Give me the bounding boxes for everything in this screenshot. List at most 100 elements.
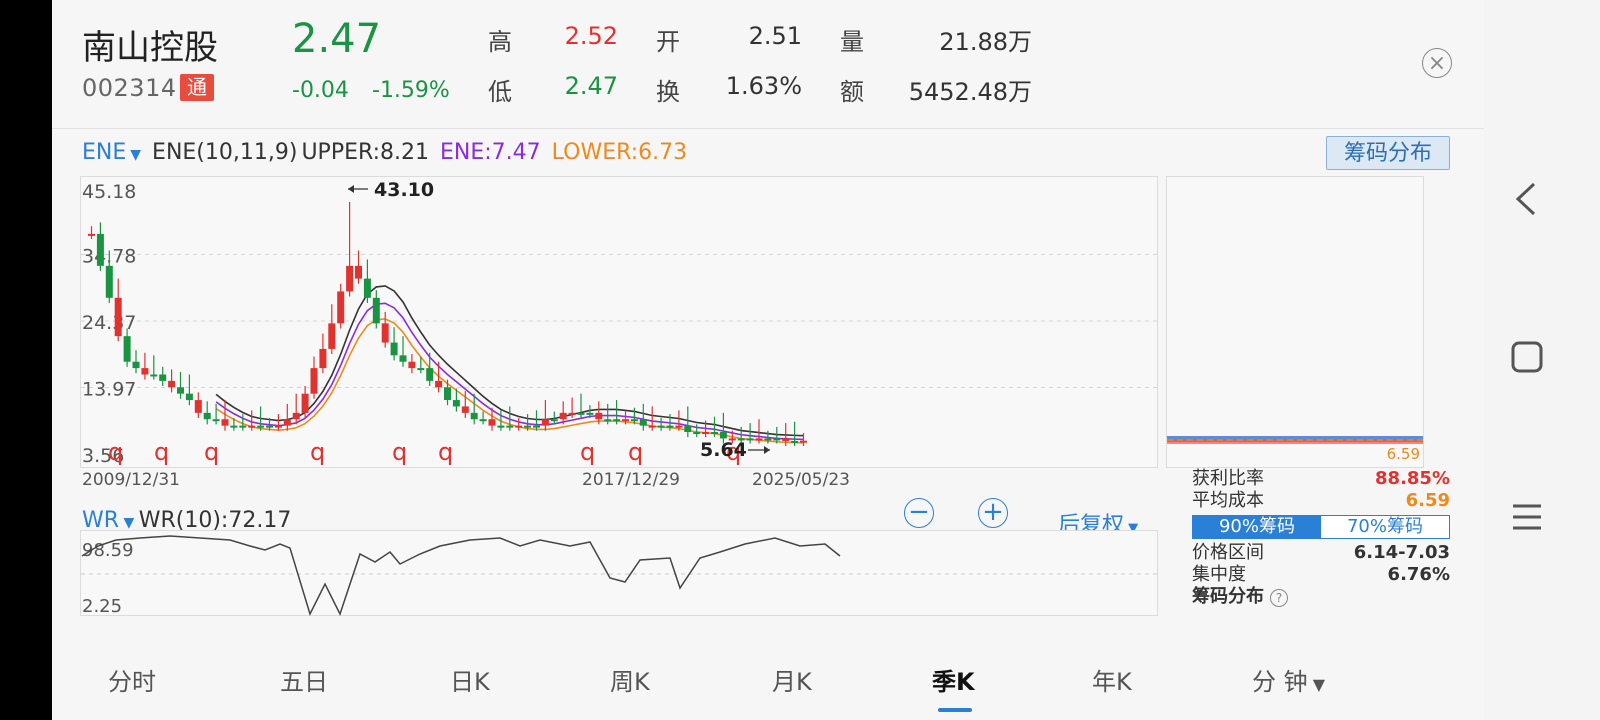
x-label-end: 2025/05/23 <box>752 470 850 490</box>
candle-body <box>550 419 558 422</box>
profit-value: 88.85% <box>1375 468 1450 489</box>
indicator-bar: ENE ▼ ENE(10,11,9) UPPER:8.21 ENE:7.47 LOW… <box>82 140 691 165</box>
candle-body <box>577 412 585 415</box>
chip-bar-blue <box>1167 436 1423 439</box>
chip-bar-red <box>1167 439 1423 442</box>
candle-body <box>675 425 683 428</box>
candle-body <box>497 425 505 428</box>
chevron-down-icon: ▼ <box>1307 675 1326 694</box>
candle-body <box>444 387 451 401</box>
stock-code: 002314 <box>82 74 177 102</box>
candle-body <box>479 419 487 422</box>
wr-y-bottom: 2.25 <box>82 596 122 616</box>
chip-dist-label: 筹码分布 <box>1192 586 1264 607</box>
zoom-out-button[interactable]: − <box>904 498 934 528</box>
price-change: -0.04 <box>292 78 349 103</box>
active-tab-underline <box>938 708 972 712</box>
candle-body <box>782 438 790 441</box>
q-marker: q <box>392 438 407 466</box>
concentration-label: 集中度 <box>1192 564 1246 585</box>
tab-yearly-k[interactable]: 年K <box>1092 662 1132 697</box>
menu-icon[interactable] <box>1510 500 1544 534</box>
candle-body <box>337 291 345 324</box>
q-marker: q <box>310 438 325 466</box>
main-chart[interactable]: 45.1834.7824.3713.973.56 qqqqqqqqq 43.10… <box>80 176 1158 468</box>
candle-body <box>132 361 140 369</box>
candle-body <box>141 368 149 375</box>
tab-minute[interactable]: 分 钟 ▼ <box>1252 662 1325 697</box>
candle-body <box>257 425 265 428</box>
candle-body <box>800 440 807 443</box>
q-marker: q <box>628 438 643 466</box>
profit-label: 获利比率 <box>1192 468 1264 489</box>
candle-body <box>248 425 256 428</box>
candle-body <box>515 425 523 428</box>
tab-five-day[interactable]: 五日 <box>280 662 328 697</box>
candle-body <box>363 278 371 298</box>
turnover-value: 1.63% <box>725 72 802 100</box>
candle-body <box>221 419 229 426</box>
candle-body <box>755 438 763 441</box>
q-marker: q <box>204 438 219 466</box>
candle-body <box>159 374 167 381</box>
open-value: 2.51 <box>748 22 802 50</box>
candle-body <box>114 297 122 337</box>
candle-body <box>399 355 407 362</box>
candle-body <box>230 425 238 428</box>
volume-label: 量 <box>840 28 864 56</box>
indicator-lower: LOWER:6.73 <box>551 140 688 165</box>
candle-body <box>123 336 131 362</box>
back-icon[interactable] <box>1512 180 1542 218</box>
candle-body <box>185 393 193 401</box>
candle-body <box>764 438 772 441</box>
system-nav-bar <box>1484 0 1600 720</box>
tab-monthly-k[interactable]: 月K <box>772 662 812 697</box>
candle-body <box>666 425 674 428</box>
tab-90-chips[interactable]: 90%筹码 <box>1193 516 1321 538</box>
avg-cost-value: 6.59 <box>1405 490 1450 511</box>
close-button[interactable]: × <box>1422 48 1452 78</box>
q-marker: q <box>580 438 595 466</box>
wr-dropdown-icon[interactable]: ▼ <box>119 515 139 531</box>
indicator-params: ENE(10,11,9) <box>152 140 298 165</box>
tab-intraday[interactable]: 分时 <box>108 662 156 697</box>
high-label: 高 <box>488 28 512 56</box>
candle-body <box>693 432 701 435</box>
tab-daily-k[interactable]: 日K <box>450 662 490 697</box>
indicator-ene: ENE:7.47 <box>440 140 541 165</box>
candle-body <box>310 368 318 394</box>
help-icon[interactable]: ? <box>1270 589 1288 607</box>
candle-body <box>568 412 576 415</box>
candle-body <box>684 425 692 433</box>
candle-body <box>648 425 656 428</box>
price-range-value: 6.14-7.03 <box>1353 542 1450 563</box>
candle-body <box>355 265 362 279</box>
cost-panel: 获利比率 88.85% 平均成本 6.59 90%筹码 70%筹码 价格区间 6.14… <box>1192 468 1450 608</box>
dropdown-icon[interactable]: ▼ <box>130 147 141 163</box>
candle-body <box>604 419 612 422</box>
candle-body <box>622 419 629 422</box>
indicator-selector[interactable]: ENE <box>82 140 126 165</box>
candle-body <box>639 419 647 426</box>
price-range-label: 价格区间 <box>1192 542 1264 563</box>
candle-body <box>372 297 380 324</box>
candle-body <box>274 425 282 428</box>
candle-body <box>319 348 327 369</box>
candle-body <box>524 425 532 428</box>
tab-quarterly-k[interactable]: 季K <box>932 662 975 697</box>
home-icon[interactable] <box>1510 340 1544 374</box>
tab-weekly-k[interactable]: 周K <box>610 662 650 697</box>
tab-70-chips[interactable]: 70%筹码 <box>1321 516 1449 538</box>
concentration-value: 6.76% <box>1387 564 1450 585</box>
candle-body <box>194 400 202 413</box>
turnover-label: 换 <box>656 78 680 106</box>
candle-body <box>283 419 291 426</box>
candle-body <box>105 265 113 298</box>
min-label: 5.64 <box>700 439 747 461</box>
zoom-in-button[interactable]: + <box>978 498 1008 528</box>
candle-body <box>488 419 496 426</box>
candle-body <box>346 265 354 292</box>
low-label: 低 <box>488 78 512 106</box>
chip-distribution-button[interactable]: 筹码分布 <box>1326 136 1450 170</box>
avg-cost-label: 平均成本 <box>1192 490 1264 511</box>
